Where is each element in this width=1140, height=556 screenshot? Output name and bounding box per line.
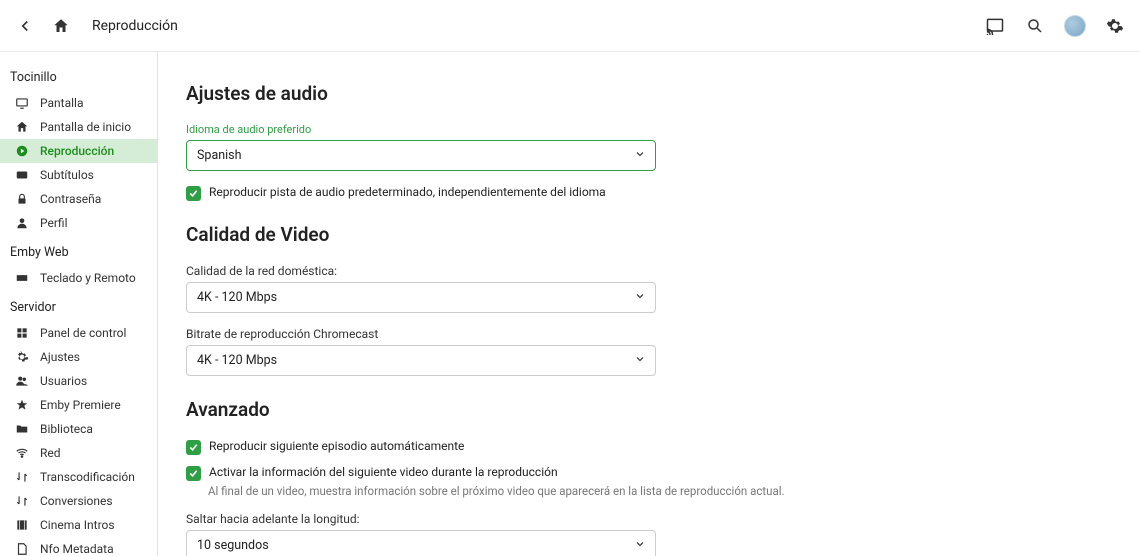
skip-fwd-label: Saltar hacia adelante la longitud:: [186, 512, 1140, 526]
settings-icon[interactable]: [1104, 15, 1126, 37]
settings-content: Ajustes de audio Idioma de audio preferi…: [158, 52, 1140, 556]
sidebar-item-label: Transcodificación: [40, 470, 135, 484]
dashboard-icon: [14, 326, 30, 340]
default-audio-checkbox[interactable]: [186, 186, 201, 201]
skip-fwd-select[interactable]: 10 segundos: [186, 530, 656, 556]
monitor-icon: [14, 96, 30, 110]
sidebar-item-label: Nfo Metadata: [40, 542, 114, 556]
nextinfo-checkbox[interactable]: [186, 466, 201, 481]
person-icon: [14, 216, 30, 230]
cast-icon[interactable]: [984, 15, 1006, 37]
sidebar: Tocinillo Pantalla Pantalla de inicio Repro…: [0, 52, 158, 556]
sidebar-item-subtítulos[interactable]: Subtítulos: [0, 163, 157, 187]
lock-icon: [14, 192, 30, 206]
wifi-icon: [14, 446, 30, 460]
film-icon: [14, 518, 30, 532]
sidebar-item-label: Biblioteca: [40, 422, 93, 436]
sidebar-item-label: Conversiones: [40, 494, 113, 508]
sidebar-item-panel-de-control[interactable]: Panel de control: [0, 321, 157, 345]
sidebar-item-label: Panel de control: [40, 326, 126, 340]
sidebar-item-label: Emby Premiere: [40, 398, 121, 412]
avatar[interactable]: [1064, 15, 1086, 37]
sidebar-item-ajustes[interactable]: Ajustes: [0, 345, 157, 369]
sidebar-item-pantalla[interactable]: Pantalla: [0, 91, 157, 115]
sidebar-group-title: Tocinillo: [0, 60, 157, 91]
sidebar-item-label: Pantalla: [40, 96, 83, 110]
search-icon[interactable]: [1024, 15, 1046, 37]
video-heading: Calidad de Video: [186, 223, 1140, 246]
users-icon: [14, 374, 30, 388]
sidebar-item-transcodificación[interactable]: Transcodificación: [0, 465, 157, 489]
audio-pref-label: Idioma de audio preferido: [186, 123, 1140, 136]
sidebar-item-label: Red: [40, 446, 61, 460]
default-audio-label: Reproducir pista de audio predeterminado…: [209, 185, 606, 199]
sidebar-item-perfil[interactable]: Perfil: [0, 211, 157, 235]
home-quality-label: Calidad de la red doméstica:: [186, 264, 1140, 278]
sidebar-item-emby-premiere[interactable]: Emby Premiere: [0, 393, 157, 417]
sidebar-item-reproducción[interactable]: Reproducción: [0, 139, 157, 163]
gear-icon: [14, 350, 30, 364]
sidebar-item-red[interactable]: Red: [0, 441, 157, 465]
sidebar-item-conversiones[interactable]: Conversiones: [0, 489, 157, 513]
sidebar-item-pantalla-de-inicio[interactable]: Pantalla de inicio: [0, 115, 157, 139]
autoplay-label: Reproducir siguiente episodio automática…: [209, 439, 464, 453]
audio-heading: Ajustes de audio: [186, 82, 1140, 105]
sidebar-item-label: Reproducción: [40, 144, 114, 158]
sidebar-item-contraseña[interactable]: Contraseña: [0, 187, 157, 211]
sidebar-item-label: Contraseña: [40, 192, 101, 206]
home-icon: [14, 120, 30, 134]
sidebar-group-title: Servidor: [0, 290, 157, 321]
sidebar-item-teclado-y-remoto[interactable]: Teclado y Remoto: [0, 266, 157, 290]
advanced-heading: Avanzado: [186, 398, 1140, 421]
home-button[interactable]: [50, 15, 72, 37]
chromecast-bitrate-label: Bitrate de reproducción Chromecast: [186, 327, 1140, 341]
page-title: Reproducción: [92, 18, 178, 34]
cc-icon: [14, 168, 30, 182]
home-quality-select[interactable]: 4K - 120 Mbps: [186, 282, 656, 313]
sidebar-item-label: Subtítulos: [40, 168, 94, 182]
nextinfo-label: Activar la información del siguiente vid…: [209, 465, 558, 479]
star-icon: [14, 398, 30, 412]
sidebar-item-label: Pantalla de inicio: [40, 120, 131, 134]
sidebar-item-cinema-intros[interactable]: Cinema Intros: [0, 513, 157, 537]
sidebar-item-biblioteca[interactable]: Biblioteca: [0, 417, 157, 441]
sidebar-group-title: Emby Web: [0, 235, 157, 266]
sidebar-item-label: Ajustes: [40, 350, 80, 364]
sidebar-item-label: Perfil: [40, 216, 68, 230]
folder-icon: [14, 422, 30, 436]
sidebar-item-usuarios[interactable]: Usuarios: [0, 369, 157, 393]
swap-icon: [14, 494, 30, 508]
nextinfo-help: Al final de un video, muestra informació…: [208, 484, 1140, 498]
sidebar-item-label: Cinema Intros: [40, 518, 115, 532]
back-button[interactable]: [14, 15, 36, 37]
swap-icon: [14, 470, 30, 484]
play-circle-icon: [14, 144, 30, 158]
keyboard-icon: [14, 271, 30, 285]
chromecast-bitrate-select[interactable]: 4K - 120 Mbps: [186, 345, 656, 376]
top-bar: Reproducción: [0, 0, 1140, 52]
sidebar-item-label: Teclado y Remoto: [40, 271, 136, 285]
file-icon: [14, 542, 30, 556]
autoplay-checkbox[interactable]: [186, 440, 201, 455]
sidebar-item-nfo-metadata[interactable]: Nfo Metadata: [0, 537, 157, 556]
audio-language-select[interactable]: Spanish: [186, 140, 656, 171]
sidebar-item-label: Usuarios: [40, 374, 87, 388]
